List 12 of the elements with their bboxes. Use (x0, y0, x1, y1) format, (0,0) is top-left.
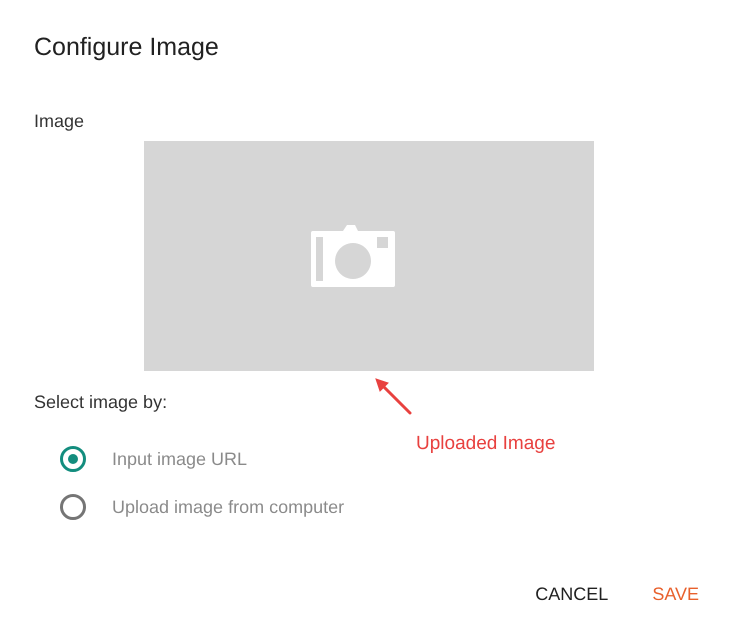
radio-button[interactable] (60, 446, 86, 472)
camera-icon (310, 225, 394, 287)
radio-button[interactable] (60, 494, 86, 520)
annotation-arrow (374, 377, 414, 417)
radio-label[interactable]: Input image URL (112, 448, 248, 470)
annotation-text: Uploaded Image (416, 433, 556, 455)
radio-label[interactable]: Upload image from computer (112, 496, 344, 518)
cancel-button[interactable]: CANCEL (527, 578, 616, 611)
dialog-title: Configure Image (34, 32, 220, 62)
field-label: Select image by: (34, 391, 168, 413)
field-label: Image (34, 110, 84, 132)
save-button[interactable]: SAVE (644, 578, 707, 611)
